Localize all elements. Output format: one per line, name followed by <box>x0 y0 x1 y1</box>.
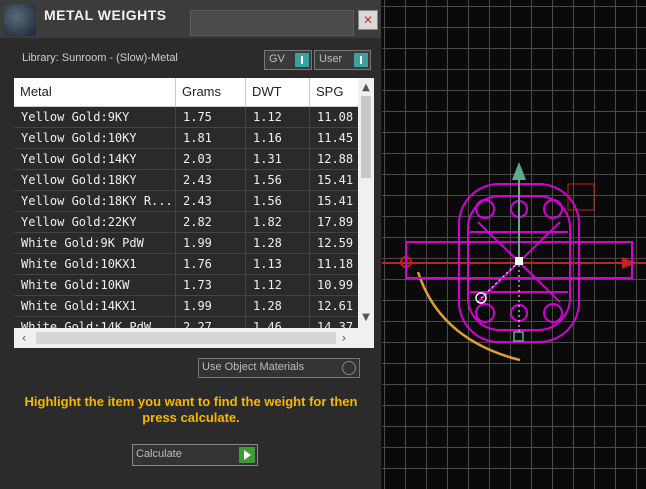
y-axis-handle[interactable] <box>513 331 524 342</box>
cell-metal: Yellow Gold:10KY <box>14 128 176 148</box>
user-toggle-icon[interactable] <box>354 53 368 67</box>
cell-spg: 12.61 <box>317 299 354 313</box>
play-arrow-icon[interactable] <box>239 447 255 463</box>
cell-metal: White Gold:9K PdW <box>14 233 176 253</box>
metal-weights-panel: METAL WEIGHTS ✕ Library: Sunroom - (Slow… <box>0 0 382 489</box>
scroll-left-icon[interactable]: ‹ <box>16 330 32 346</box>
cell-grams: 2.43 <box>176 191 246 211</box>
cell-grams: 1.73 <box>176 275 246 295</box>
cell-spg: 15.41 <box>317 173 354 187</box>
table-row[interactable]: Yellow Gold:18KY R... 2.43 1.56 15.41 <box>14 191 358 212</box>
cell-grams: 2.82 <box>176 212 246 232</box>
prong-bottom <box>510 304 528 322</box>
table-row[interactable]: White Gold:10KX1 1.76 1.13 11.18 <box>14 254 358 275</box>
cell-grams: 1.75 <box>176 107 246 127</box>
pivot-point[interactable] <box>515 257 523 265</box>
cell-metal: White Gold:14KX1 <box>14 296 176 316</box>
table-row[interactable]: Yellow Gold:10KY 1.81 1.16 11.45 <box>14 128 358 149</box>
calculate-button[interactable]: Calculate <box>132 444 258 466</box>
cell-metal: Yellow Gold:18KY <box>14 170 176 190</box>
cell-spg: 12.59 <box>317 236 354 250</box>
cell-dwt: 1.56 <box>246 170 310 190</box>
radio-icon[interactable] <box>342 361 356 375</box>
vertical-scroll-thumb[interactable] <box>361 96 371 178</box>
cell-dwt: 1.56 <box>246 191 310 211</box>
table-body: Yellow Gold:9KY 1.75 1.12 11.08 Yellow Gold:… <box>14 107 358 338</box>
cell-dwt: 1.28 <box>246 296 310 316</box>
cell-dwt: 1.12 <box>246 107 310 127</box>
table-row[interactable]: Yellow Gold:9KY 1.75 1.12 11.08 <box>14 107 358 128</box>
instruction-text: Highlight the item you want to find the … <box>24 394 358 425</box>
cell-spg: 10.99 <box>317 278 354 292</box>
cell-dwt: 1.82 <box>246 212 310 232</box>
scroll-right-icon[interactable]: › <box>336 330 352 346</box>
cell-spg: 15.41 <box>317 194 354 208</box>
cell-spg: 11.18 <box>317 257 354 271</box>
horizontal-scroll-thumb[interactable] <box>36 332 336 344</box>
table-row[interactable]: White Gold:10KW 1.73 1.12 10.99 <box>14 275 358 296</box>
table-row[interactable]: White Gold:9K PdW 1.99 1.28 12.59 <box>14 233 358 254</box>
cell-spg: 11.45 <box>317 131 354 145</box>
user-toggle[interactable]: User <box>314 50 371 70</box>
user-label: User <box>319 53 343 65</box>
cell-grams: 1.76 <box>176 254 246 274</box>
cell-metal: Yellow Gold:9KY <box>14 107 176 127</box>
prong-bottom-left <box>475 303 495 323</box>
vertical-scrollbar[interactable]: ▲ ▼ <box>358 78 374 328</box>
table-row[interactable]: Yellow Gold:22KY 2.82 1.82 17.89 <box>14 212 358 233</box>
cell-grams: 1.99 <box>176 233 246 253</box>
cell-metal: White Gold:10KX1 <box>14 254 176 274</box>
gv-toggle[interactable]: GV <box>264 50 312 70</box>
cell-metal: Yellow Gold:18KY R... <box>14 191 176 211</box>
prong-top-right <box>543 199 563 219</box>
column-header-spg[interactable]: SPG <box>310 78 358 106</box>
prong-top-left <box>475 199 495 219</box>
scroll-down-icon[interactable]: ▼ <box>358 310 374 326</box>
cell-spg: 17.89 <box>317 215 354 229</box>
close-button[interactable]: ✕ <box>358 10 378 30</box>
cell-dwt: 1.12 <box>246 275 310 295</box>
cell-grams: 1.81 <box>176 128 246 148</box>
use-object-materials-toggle[interactable]: Use Object Materials <box>198 358 360 378</box>
cell-spg: 12.88 <box>317 152 354 166</box>
y-axis-arrow-icon[interactable] <box>512 162 526 180</box>
scroll-up-icon[interactable]: ▲ <box>358 80 374 96</box>
use-object-materials-label: Use Object Materials <box>202 361 305 373</box>
column-header-grams[interactable]: Grams <box>176 78 246 106</box>
cell-dwt: 1.31 <box>246 149 310 169</box>
cell-grams: 2.43 <box>176 170 246 190</box>
title-strip <box>190 10 354 36</box>
metal-table: Metal Grams DWT SPG Yellow Gold:9KY 1.75 1… <box>14 78 374 348</box>
prong-bottom-right <box>543 303 563 323</box>
calculate-label: Calculate <box>136 448 182 460</box>
cell-spg: 11.08 <box>317 110 354 124</box>
cell-dwt: 1.13 <box>246 254 310 274</box>
cell-grams: 2.03 <box>176 149 246 169</box>
x-axis-arrow-icon[interactable] <box>622 257 636 269</box>
window-title: METAL WEIGHTS <box>44 7 167 23</box>
library-label: Library: Sunroom - (Slow)-Metal <box>22 52 178 64</box>
cell-metal: White Gold:10KW <box>14 275 176 295</box>
app-logo-icon <box>4 4 36 36</box>
gv-label: GV <box>269 53 285 65</box>
gv-toggle-icon[interactable] <box>295 53 309 67</box>
cell-metal: Yellow Gold:22KY <box>14 212 176 232</box>
cell-metal: Yellow Gold:14KY <box>14 149 176 169</box>
horizontal-scrollbar[interactable]: ‹ › <box>14 328 374 348</box>
table-row[interactable]: White Gold:14KX1 1.99 1.28 12.61 <box>14 296 358 317</box>
cell-dwt: 1.16 <box>246 128 310 148</box>
bounding-corner-box <box>567 183 595 211</box>
column-header-metal[interactable]: Metal <box>14 78 176 106</box>
cell-dwt: 1.28 <box>246 233 310 253</box>
cell-grams: 1.99 <box>176 296 246 316</box>
column-header-dwt[interactable]: DWT <box>246 78 310 106</box>
table-row[interactable]: Yellow Gold:18KY 2.43 1.56 15.41 <box>14 170 358 191</box>
table-header: Metal Grams DWT SPG <box>14 78 358 107</box>
title-bar[interactable]: METAL WEIGHTS ✕ <box>0 0 381 38</box>
table-row[interactable]: Yellow Gold:14KY 2.03 1.31 12.88 <box>14 149 358 170</box>
